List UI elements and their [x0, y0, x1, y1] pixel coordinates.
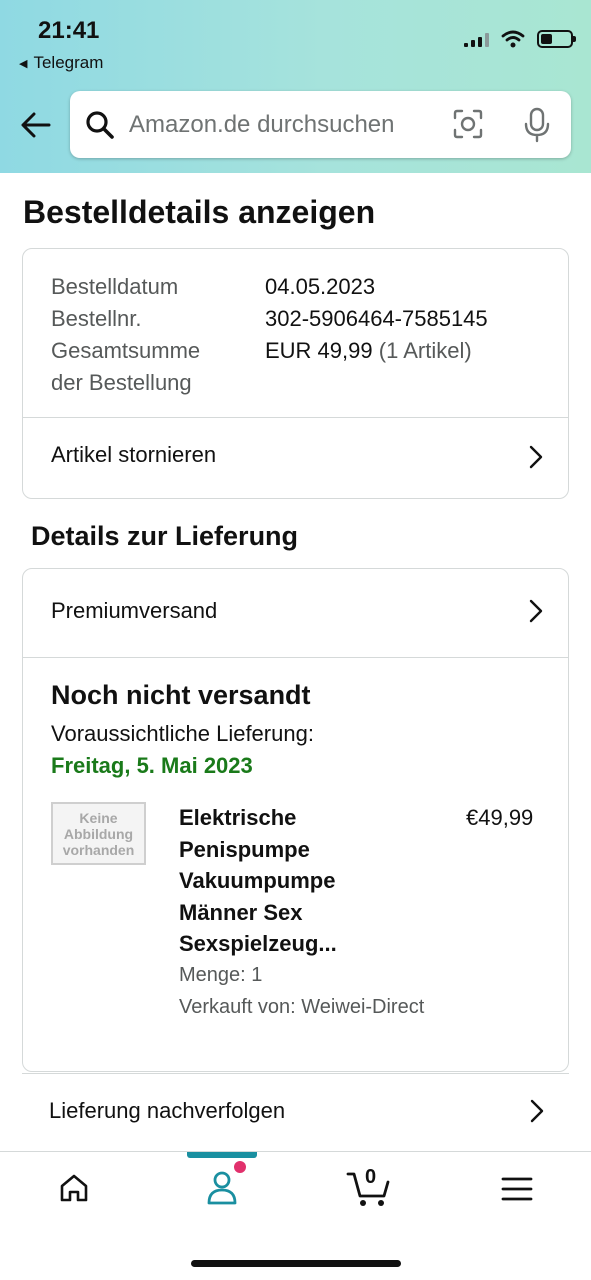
product-title-line: Männer Sex — [179, 899, 303, 925]
back-app-label: Telegram — [33, 53, 104, 72]
order-date-value: 04.05.2023 — [265, 274, 376, 299]
microphone-icon[interactable] — [522, 107, 552, 143]
cart-count: 0 — [365, 1166, 377, 1188]
no-image-text: Keine Abbildung vorhanden — [63, 810, 135, 858]
header: 21:41 ◀ Telegram Amazon.de durchsuchen — [0, 0, 591, 173]
no-image-text-line3: vorhanden — [62, 841, 135, 858]
eta-label: Voraussichtliche Lieferung: — [51, 721, 314, 746]
status-icons — [464, 30, 576, 48]
order-number-value: 302-5906464-7585145 — [265, 306, 488, 331]
delivery-card: Premiumversand Noch nicht versandt Vorau… — [22, 568, 569, 1072]
order-date-label: Bestelldatum — [51, 274, 179, 299]
order-total-label-line2: der Bestellung — [51, 370, 192, 395]
product-seller: Verkauft von: Weiwei-Direct — [179, 996, 425, 1018]
track-delivery-link[interactable]: Lieferung nachverfolgen — [49, 1098, 285, 1124]
menu-icon[interactable] — [501, 1176, 533, 1202]
cancel-items-link[interactable]: Artikel stornieren — [51, 442, 216, 468]
search-bar[interactable]: Amazon.de durchsuchen — [70, 91, 571, 158]
page-title: Bestelldetails anzeigen — [23, 194, 376, 230]
product-price: €49,99 — [466, 805, 534, 830]
chevron-right-icon — [530, 1099, 544, 1123]
chevron-right-icon — [529, 445, 543, 469]
search-placeholder[interactable]: Amazon.de durchsuchen — [129, 111, 395, 139]
cancel-items-row[interactable]: Artikel stornieren — [23, 418, 568, 498]
chevron-right-icon — [529, 599, 543, 623]
search-icon — [86, 111, 114, 139]
back-arrow-icon[interactable] — [18, 108, 52, 142]
no-image-placeholder[interactable]: Keine Abbildung vorhanden — [51, 802, 146, 865]
no-image-text-line1: Keine — [79, 809, 118, 826]
track-delivery-row[interactable]: Lieferung nachverfolgen — [22, 1073, 569, 1151]
status-time: 21:41 — [38, 17, 100, 44]
back-to-app-link[interactable]: ◀ Telegram — [19, 53, 103, 73]
account-icon[interactable] — [206, 1170, 238, 1206]
no-image-text-line2: Abbildung — [63, 825, 134, 842]
camera-scan-icon[interactable] — [452, 108, 484, 140]
shipping-method-row[interactable]: Premiumversand — [23, 569, 568, 657]
active-tab-indicator — [187, 1152, 257, 1158]
cellular-signal-icon — [464, 31, 489, 47]
order-total-items: (1 Artikel) — [378, 338, 472, 363]
order-number-label: Bestellnr. — [51, 306, 142, 331]
product-title-line: Elektrische — [179, 805, 297, 830]
wifi-icon — [501, 30, 525, 48]
battery-icon — [537, 30, 576, 48]
divider — [23, 657, 568, 658]
shipment-status: Noch nicht versandt — [51, 680, 311, 710]
home-indicator — [191, 1260, 401, 1267]
delivery-section-title: Details zur Lieferung — [31, 521, 299, 551]
product-title-line: Penispumpe — [179, 836, 310, 862]
product-title-link[interactable]: Elektrische Penispumpe Vakuumpumpe Männe… — [179, 802, 399, 960]
eta-date: Freitag, 5. Mai 2023 — [51, 753, 253, 778]
product-quantity: Menge: 1 — [179, 964, 263, 986]
shipping-method-link[interactable]: Premiumversand — [51, 598, 217, 624]
product-title-line: Sexspielzeug... — [179, 931, 337, 956]
order-total-value: EUR 49,99 (1 Artikel) — [265, 335, 472, 367]
home-icon[interactable] — [58, 1172, 90, 1204]
order-total-amount: EUR 49,99 — [265, 338, 373, 363]
order-total-label-line1: Gesamtsumme — [51, 338, 201, 363]
notification-dot — [234, 1161, 246, 1173]
order-summary-card: Bestelldatum 04.05.2023 Bestellnr. 302-5… — [22, 248, 569, 499]
back-triangle-icon: ◀ — [19, 57, 28, 70]
product-title-line: Vakuumpumpe — [179, 868, 336, 893]
